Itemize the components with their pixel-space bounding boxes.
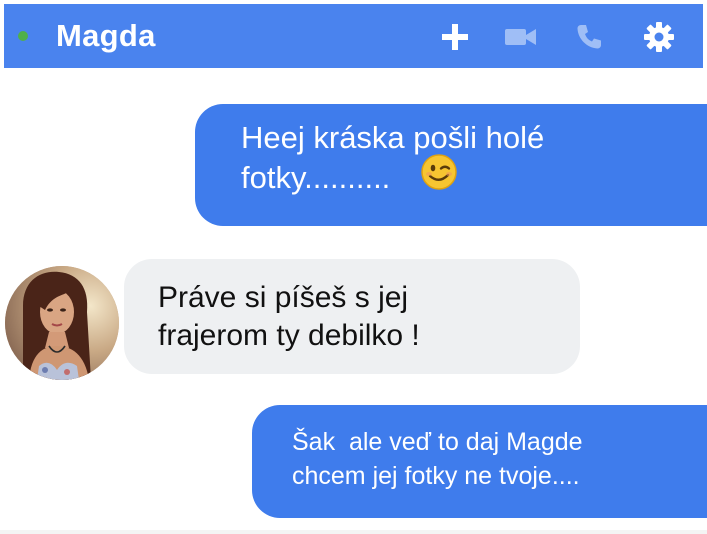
add-icon[interactable]	[438, 20, 472, 54]
message-text-line: Práve si píšeš s jej	[158, 281, 409, 314]
winking-face-emoji-icon	[420, 153, 458, 201]
settings-gear-icon[interactable]	[642, 20, 676, 54]
message-text-line: fotky..........	[241, 154, 687, 201]
message-text-fragment: fotky..........	[241, 160, 391, 195]
bottom-divider	[0, 530, 707, 534]
message-text-line: Šak ale veď to daj Magde	[292, 428, 583, 456]
outgoing-message[interactable]: Šak ale veď to daj Magde chcem jej fotky…	[252, 405, 707, 518]
outgoing-message[interactable]: Heej kráska pošli holé fotky..........	[195, 104, 707, 226]
message-text-line: frajerom ty debilko !	[158, 319, 420, 352]
message-text-line: Heej kráska pošli holé	[241, 120, 545, 155]
chat-window: Magda Heej kráska pošli holé fotky......…	[0, 0, 707, 534]
incoming-message[interactable]: Práve si píšeš s jej frajerom ty debilko…	[124, 259, 580, 374]
phone-call-icon[interactable]	[572, 20, 606, 54]
chat-header: Magda	[4, 4, 703, 68]
contact-name[interactable]: Magda	[56, 17, 156, 55]
video-call-icon[interactable]	[504, 20, 538, 54]
online-status-icon	[18, 31, 28, 41]
contact-avatar[interactable]	[5, 266, 119, 380]
message-text-line: chcem jej fotky ne tvoje....	[292, 462, 580, 490]
